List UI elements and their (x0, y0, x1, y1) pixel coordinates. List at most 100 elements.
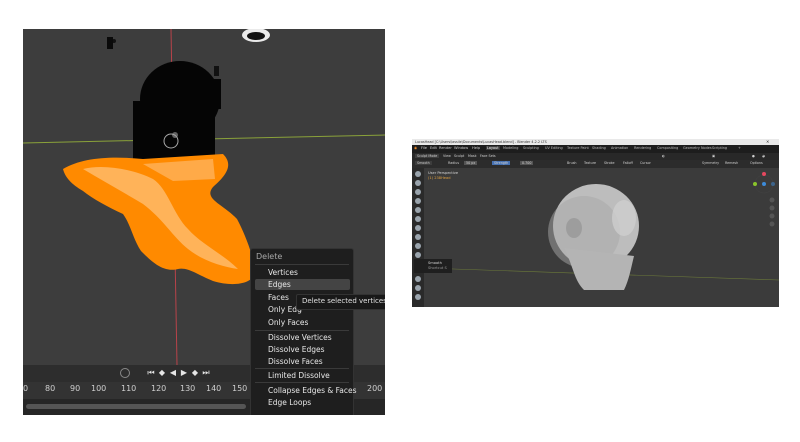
menu-item-only-faces[interactable]: Only Faces (268, 318, 308, 327)
strength-label: Strength (492, 161, 511, 165)
menu-divider (255, 264, 349, 265)
frame-tick: 120 (151, 384, 167, 393)
view-nav-buttons[interactable] (769, 197, 775, 227)
menu-divider (255, 330, 349, 331)
next-keyframe-icon[interactable]: ◆ (190, 368, 200, 378)
brush-tooltip-shortcut: Shortcut S (428, 266, 447, 270)
workspace-tab-texture-paint[interactable]: Texture Paint (567, 146, 589, 150)
brush-tool-icon[interactable] (415, 225, 421, 231)
record-icon[interactable] (120, 368, 130, 378)
radius-label: Radius (448, 161, 460, 165)
menu-item-dissolve-vertices[interactable]: Dissolve Vertices (268, 333, 332, 342)
xray-icon[interactable]: ▣ (712, 154, 715, 158)
menu-item-limited-dissolve[interactable]: Limited Dissolve (268, 371, 330, 380)
menu-divider (255, 368, 349, 369)
blender-window[interactable]: LucasHead [C:\Users\lassile\Documents\Lu… (412, 139, 779, 307)
brush-tool-icon[interactable] (415, 276, 421, 282)
workspace-tab-layout[interactable]: Layout (486, 146, 500, 150)
workspace-tab-scripting[interactable]: Scripting (712, 146, 727, 150)
head-sculpt (548, 184, 639, 290)
shading-solid-icon[interactable]: ● (752, 154, 755, 158)
workspace-tab-animation[interactable]: Animation (611, 146, 628, 150)
workspace-tab-sculpting[interactable]: Sculpting (523, 146, 539, 150)
brush-tool-icon[interactable] (415, 207, 421, 213)
brush-selector[interactable]: Smooth (415, 161, 432, 165)
cursor-menu[interactable]: Cursor (640, 161, 651, 165)
brush-menu[interactable]: Brush (567, 161, 577, 165)
menu-file[interactable]: File (421, 146, 427, 150)
brush-tool-icon[interactable] (415, 285, 421, 291)
delete-context-menu[interactable]: Delete Vertices Edges Faces Only Edg Onl… (250, 248, 357, 415)
menu-item-edge-loops[interactable]: Edge Loops (268, 398, 311, 407)
brush-tool-icon[interactable] (415, 243, 421, 249)
brush-tool-icon[interactable] (415, 189, 421, 195)
frame-tick: 200 (367, 384, 383, 393)
frame-tick: 90 (70, 384, 81, 393)
brush-tooltip: Smooth Shortcut S (414, 259, 452, 273)
add-workspace-icon[interactable]: + (738, 146, 741, 150)
header-sculpt-menu[interactable]: Sculpt (454, 154, 464, 158)
overlay-icon[interactable]: ◐ (662, 154, 665, 158)
options-dropdown[interactable]: Options (750, 161, 763, 165)
selected-mesh (63, 154, 255, 285)
menu-item-edges[interactable]: Edges (268, 280, 291, 289)
sculpt-viewport[interactable]: User Perspective (1) 238Head (424, 168, 779, 307)
workspace-tab-uv-editing[interactable]: UV Editing (545, 146, 563, 150)
menu-render[interactable]: Render (439, 146, 452, 150)
shading-material-icon[interactable]: ◕ (762, 154, 765, 158)
header-mask-menu[interactable]: Mask (468, 154, 477, 158)
mode-dropdown[interactable]: Sculpt Mode (415, 154, 440, 158)
blender-logo-icon[interactable]: ◉ (414, 146, 417, 150)
play-icon[interactable]: ▶ (179, 368, 189, 378)
frame-tick: 110 (121, 384, 137, 393)
scrollbar-thumb[interactable] (26, 404, 246, 409)
play-reverse-icon[interactable]: ◀ (168, 368, 178, 378)
left-viewport[interactable]: ⏮ ◆ ◀ ▶ ◆ ⏭ 0 80 90 100 110 120 130 140 … (23, 29, 385, 415)
workspace-tab-shading[interactable]: Shading (592, 146, 606, 150)
menu-window[interactable]: Window (454, 146, 468, 150)
workspace-tab-rendering[interactable]: Rendering (634, 146, 651, 150)
tooltip: Delete selected vertices, ec (296, 294, 385, 310)
jump-end-icon[interactable]: ⏭ (201, 368, 211, 378)
header-face-sets-menu[interactable]: Face Sets (480, 154, 496, 158)
menu-item-dissolve-edges[interactable]: Dissolve Edges (268, 345, 325, 354)
toolbar (412, 168, 424, 307)
menu-item-collapse[interactable]: Collapse Edges & Faces (268, 386, 357, 395)
jump-start-icon[interactable]: ⏮ (146, 368, 156, 378)
frame-tick: 140 (206, 384, 222, 393)
menu-divider (255, 382, 349, 383)
viewport-header: Sculpt Mode View Sculpt Mask Face Sets ◐… (412, 153, 779, 160)
brush-tool-icon[interactable] (415, 252, 421, 258)
falloff-menu[interactable]: Falloff (623, 161, 633, 165)
sculpt-scene (424, 172, 779, 290)
brush-tool-icon[interactable] (415, 180, 421, 186)
symmetry-dropdown[interactable]: Symmetry (702, 161, 719, 165)
workspace-tab-geometry-nodes[interactable]: Geometry Nodes (683, 146, 712, 150)
stroke-menu[interactable]: Stroke (604, 161, 615, 165)
radius-field[interactable]: 50 px (464, 161, 478, 165)
workspace-tab-modeling[interactable]: Modeling (503, 146, 518, 150)
top-menubar: ◉ File Edit Render Window Help Layout Mo… (412, 145, 779, 153)
menu-help[interactable]: Help (472, 146, 480, 150)
object-name: (1) 238Head (428, 176, 451, 180)
menu-edit[interactable]: Edit (430, 146, 437, 150)
brush-tool-icon[interactable] (415, 234, 421, 240)
frame-tick: 100 (91, 384, 107, 393)
strength-field[interactable]: 0.700 (520, 161, 534, 165)
navigation-gizmo[interactable] (753, 172, 775, 194)
menu-item-vertices[interactable]: Vertices (268, 268, 298, 277)
brush-tool-icon[interactable] (415, 171, 421, 177)
workspace-tab-compositing[interactable]: Compositing (657, 146, 678, 150)
header-view-menu[interactable]: View (443, 154, 451, 158)
remesh-dropdown[interactable]: Remesh (725, 161, 738, 165)
menu-item-faces[interactable]: Faces (268, 293, 289, 302)
brush-tool-icon[interactable] (415, 216, 421, 222)
texture-menu[interactable]: Texture (584, 161, 596, 165)
frame-tick: 150 (232, 384, 248, 393)
view-name: User Perspective (428, 171, 459, 175)
frame-tick: 80 (45, 384, 56, 393)
brush-tool-icon[interactable] (415, 294, 421, 300)
brush-tool-icon[interactable] (415, 198, 421, 204)
menu-item-dissolve-faces[interactable]: Dissolve Faces (268, 357, 323, 366)
prev-keyframe-icon[interactable]: ◆ (157, 368, 167, 378)
